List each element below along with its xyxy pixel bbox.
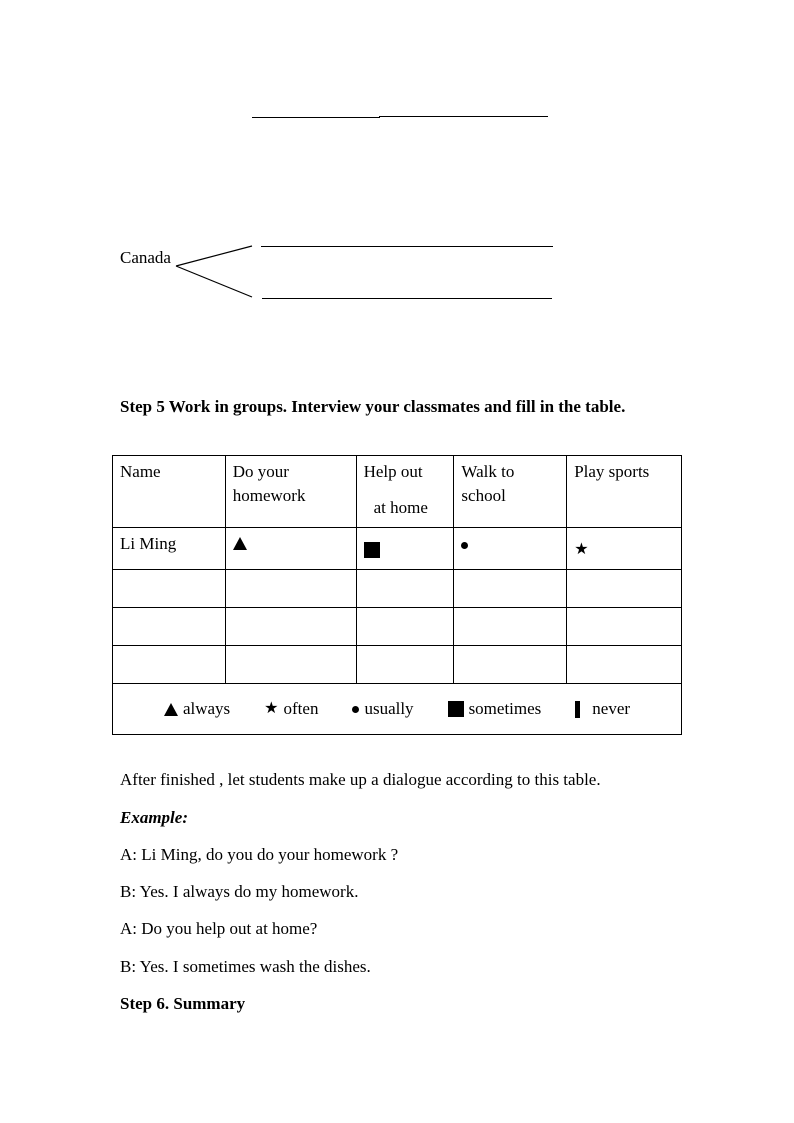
answer-line-2 xyxy=(262,298,552,299)
header-name: Name xyxy=(112,455,226,528)
dialogue-line: A: Li Ming, do you do your homework ? xyxy=(120,845,399,864)
star-icon: ★ xyxy=(264,700,279,717)
dot-icon xyxy=(461,542,469,549)
after-text: After finished , let students make up a … xyxy=(120,770,601,789)
dot-icon xyxy=(352,705,360,713)
header-homework: Do your homework xyxy=(224,455,357,528)
legend-often: ★ often xyxy=(264,699,319,718)
square-icon xyxy=(363,542,380,558)
table-row[interactable] xyxy=(112,607,682,646)
survey-table: Name Do your homework Help out at home Wal… xyxy=(112,455,682,735)
legend: always ★ often usually sometimes never xyxy=(113,684,681,734)
header-help-out: Help out at home xyxy=(355,455,455,528)
row-name: Li Ming xyxy=(112,527,226,570)
header-sports: Play sports xyxy=(566,455,682,528)
mind-map-center: Canada xyxy=(120,248,171,267)
dialogue-line: B: Yes. I sometimes wash the dishes. xyxy=(120,957,371,976)
triangle-icon xyxy=(232,537,247,550)
table-row[interactable] xyxy=(112,569,682,608)
legend-never: never xyxy=(575,697,630,721)
branch-lower xyxy=(175,265,253,298)
step6-heading: Step 6. Summary xyxy=(120,994,246,1013)
dialogue-line: B: Yes. I always do my homework. xyxy=(120,882,359,901)
dialogue-line: A: Do you help out at home? xyxy=(120,919,318,938)
table-header-row: Name Do your homework Help out at home Wal… xyxy=(112,455,682,528)
square-icon xyxy=(447,701,464,717)
legend-sometimes: sometimes xyxy=(447,697,541,721)
step5-heading: Step 5 Work in groups. Interview your cl… xyxy=(120,397,626,416)
answer-line-1 xyxy=(261,246,553,247)
bar-icon xyxy=(575,700,581,718)
table-row: Li Ming ★ xyxy=(112,527,682,570)
header-walk: Walk to school xyxy=(453,455,568,528)
star-icon: ★ xyxy=(574,541,589,558)
branch-upper xyxy=(175,245,253,267)
table-row[interactable] xyxy=(112,645,682,684)
triangle-icon xyxy=(163,702,178,716)
blank-line-left xyxy=(252,117,380,118)
mind-map-branches xyxy=(175,245,253,298)
blank-line-right xyxy=(379,116,548,117)
example-label: Example: xyxy=(120,808,188,827)
legend-row: always ★ often usually sometimes never xyxy=(112,683,682,735)
legend-always: always xyxy=(163,697,230,721)
legend-usually: usually xyxy=(352,697,414,721)
